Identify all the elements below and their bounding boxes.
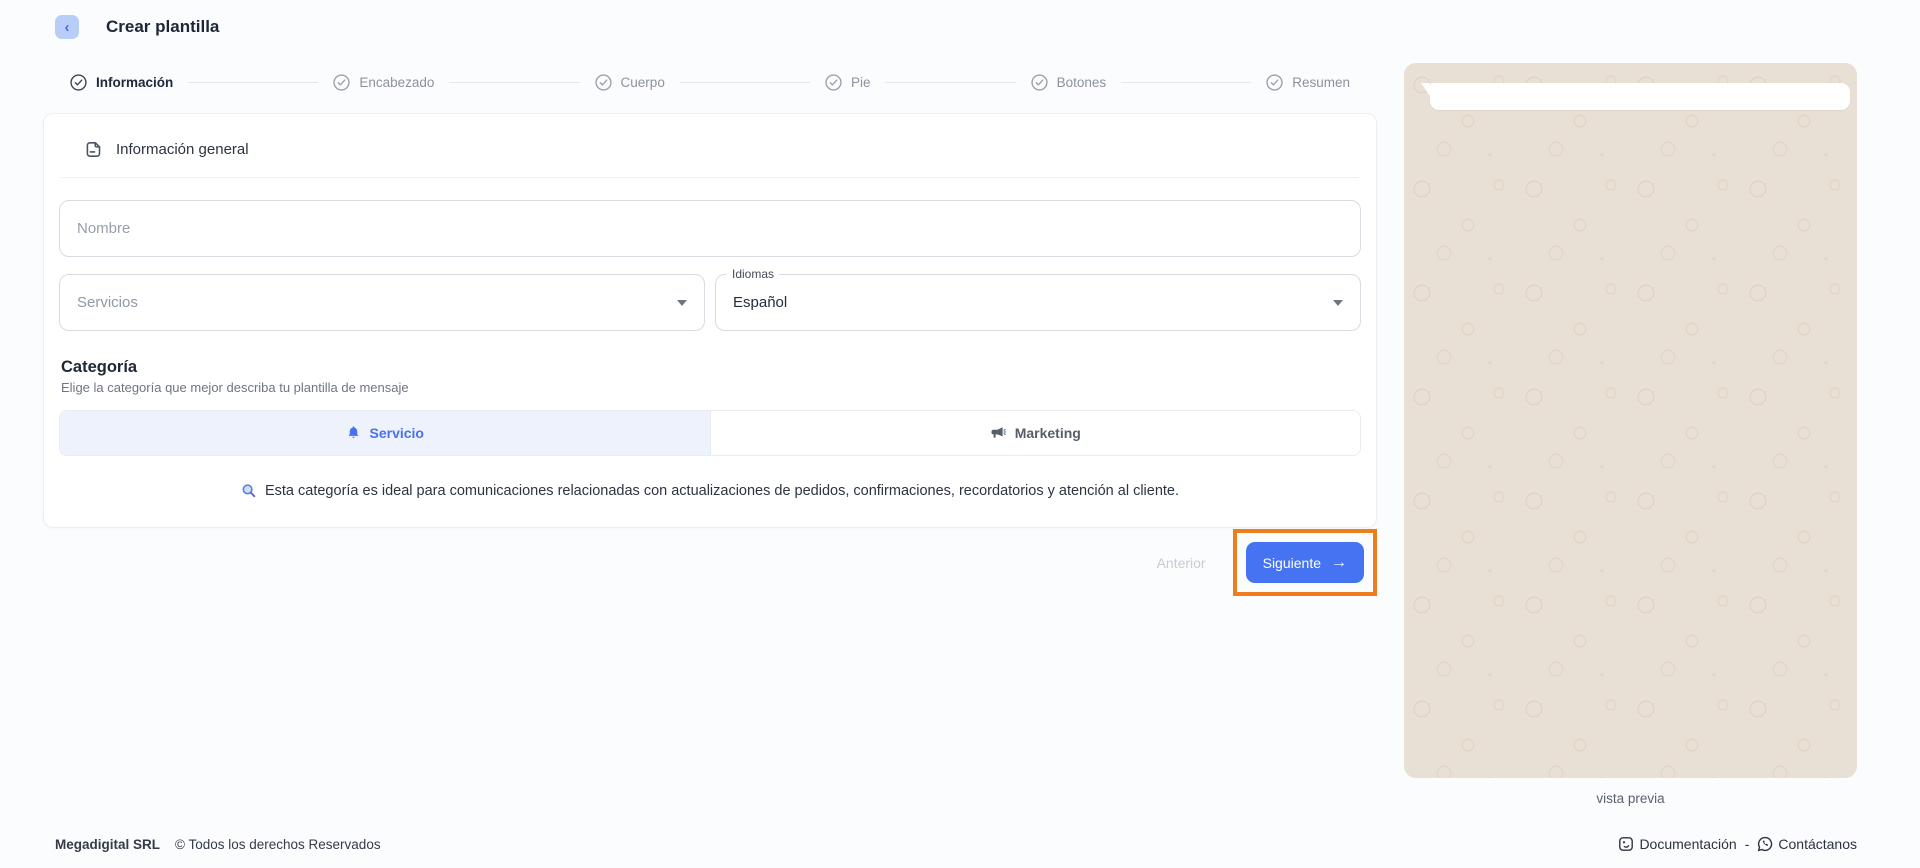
stepper-step-label: Pie <box>851 75 871 90</box>
document-icon <box>84 140 103 159</box>
check-circle-icon <box>70 74 87 91</box>
stepper-step-label: Información <box>96 75 173 90</box>
category-subtitle: Elige la categoría que mejor describa tu… <box>61 380 1359 395</box>
stepper-step-label: Encabezado <box>359 75 434 90</box>
preview-column: vista previa <box>1404 63 1857 806</box>
category-help: Esta categoría es ideal para comunicacio… <box>59 483 1361 499</box>
documentation-link-label: Documentación <box>1639 836 1736 852</box>
documentation-icon <box>1618 836 1634 852</box>
stepper-connector <box>188 82 318 83</box>
check-circle-icon <box>595 74 612 91</box>
footer-company: Megadigital SRL <box>55 837 160 852</box>
category-option-servicio[interactable]: Servicio <box>60 411 710 455</box>
stepper-connector <box>885 82 1015 83</box>
whatsapp-preview-panel <box>1404 63 1857 778</box>
languages-select-value: Español <box>733 294 787 311</box>
back-button[interactable]: ‹ <box>55 15 79 39</box>
languages-select[interactable]: Idiomas Español <box>715 274 1361 331</box>
divider <box>61 177 1359 178</box>
search-icon <box>241 483 257 499</box>
section-header: Información general <box>59 114 1361 177</box>
category-toggle: Servicio Marketing <box>59 410 1361 456</box>
services-select-value: Servicios <box>77 294 138 311</box>
next-button[interactable]: Siguiente → <box>1246 542 1364 583</box>
megaphone-icon <box>990 425 1006 441</box>
previous-button[interactable]: Anterior <box>1157 555 1206 571</box>
documentation-link[interactable]: Documentación <box>1618 836 1736 852</box>
content-area: Información Encabezado Cuerpo <box>0 42 1920 836</box>
stepper-step-label: Resumen <box>1292 75 1350 90</box>
footer-separator: - <box>1745 836 1750 852</box>
contact-link-label: Contáctanos <box>1778 836 1857 852</box>
caret-down-icon <box>1333 300 1343 306</box>
preview-caption: vista previa <box>1404 791 1857 806</box>
stepper-step-informacion[interactable]: Información <box>70 74 173 91</box>
stepper-step-encabezado[interactable]: Encabezado <box>333 74 434 91</box>
topbar: ‹ Crear plantilla <box>0 0 1920 42</box>
stepper-connector <box>1121 82 1251 83</box>
whatsapp-icon <box>1757 836 1773 852</box>
stepper: Información Encabezado Cuerpo <box>43 58 1377 113</box>
services-select[interactable]: Servicios <box>59 274 705 331</box>
languages-label: Idiomas <box>727 267 779 281</box>
next-button-label: Siguiente <box>1263 555 1321 571</box>
next-button-highlight-box: Siguiente → <box>1233 529 1377 596</box>
check-circle-icon <box>1266 74 1283 91</box>
category-option-label: Servicio <box>370 425 424 441</box>
stepper-connector <box>680 82 810 83</box>
stepper-step-cuerpo[interactable]: Cuerpo <box>595 74 665 91</box>
page-title: Crear plantilla <box>106 17 219 37</box>
bell-icon <box>346 425 361 441</box>
stepper-step-pie[interactable]: Pie <box>825 74 871 91</box>
main-column: Información Encabezado Cuerpo <box>43 58 1377 596</box>
selects-row: Servicios Idiomas Español <box>59 274 1361 331</box>
chevron-left-icon: ‹ <box>65 20 70 35</box>
contact-link[interactable]: Contáctanos <box>1757 836 1857 852</box>
stepper-step-botones[interactable]: Botones <box>1031 74 1107 91</box>
check-circle-icon <box>333 74 350 91</box>
category-option-label: Marketing <box>1015 425 1081 441</box>
footer: Megadigital SRL © Todos los derechos Res… <box>0 836 1920 868</box>
preview-message-bubble <box>1430 83 1850 110</box>
stepper-step-resumen[interactable]: Resumen <box>1266 74 1350 91</box>
category-title: Categoría <box>61 358 1359 377</box>
caret-down-icon <box>677 300 687 306</box>
wizard-actions: Anterior Siguiente → <box>43 529 1377 596</box>
arrow-right-icon: → <box>1331 555 1347 571</box>
footer-left: Megadigital SRL © Todos los derechos Res… <box>55 837 381 852</box>
name-input[interactable] <box>59 200 1361 257</box>
footer-right: Documentación - Contáctanos <box>1618 836 1857 852</box>
stepper-step-label: Cuerpo <box>621 75 665 90</box>
category-help-text: Esta categoría es ideal para comunicacio… <box>265 483 1179 499</box>
form-card: Información general Servicios Idiomas Es… <box>43 113 1377 528</box>
footer-copyright: © Todos los derechos Reservados <box>175 837 381 852</box>
category-option-marketing[interactable]: Marketing <box>710 411 1361 455</box>
check-circle-icon <box>825 74 842 91</box>
stepper-step-label: Botones <box>1057 75 1107 90</box>
stepper-connector <box>449 82 579 83</box>
section-title: Información general <box>116 141 249 158</box>
check-circle-icon <box>1031 74 1048 91</box>
